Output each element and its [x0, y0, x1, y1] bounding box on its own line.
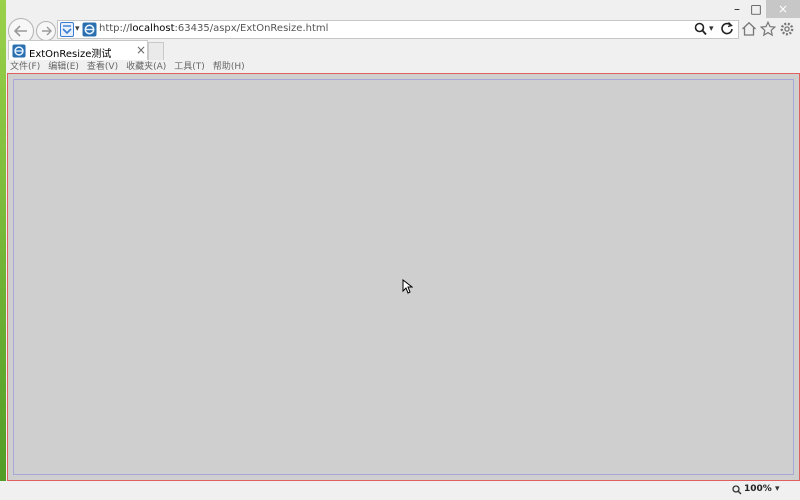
ie-page-icon — [12, 44, 26, 58]
home-icon[interactable] — [741, 21, 757, 37]
menu-help[interactable]: 帮助(H) — [213, 61, 245, 73]
menu-tools[interactable]: 工具(T) — [174, 61, 205, 73]
resize-panel — [13, 79, 794, 475]
mouse-cursor-icon — [402, 279, 413, 294]
new-tab-button[interactable] — [148, 42, 164, 60]
menu-view[interactable]: 查看(V) — [87, 61, 118, 73]
url-host: localhost — [129, 23, 175, 34]
minimize-button[interactable]: – — [728, 0, 746, 18]
maximize-button[interactable]: □ — [747, 0, 765, 18]
ie-page-icon — [82, 22, 97, 37]
url-text[interactable]: http://localhost:63435/aspx/ExtOnResize.… — [99, 23, 328, 34]
close-tab-icon[interactable]: × — [136, 43, 146, 57]
desktop-background-edge — [0, 0, 6, 500]
forward-arrow-icon — [41, 26, 52, 36]
menu-file[interactable]: 文件(F) — [10, 61, 40, 73]
menu-bar: 文件(F) 编辑(E) 查看(V) 收藏夹(A) 工具(T) 帮助(H) — [10, 61, 253, 73]
menu-favorites[interactable]: 收藏夹(A) — [126, 61, 166, 73]
search-icon[interactable] — [694, 22, 707, 36]
search-dropdown-icon[interactable]: ▾ — [709, 24, 714, 34]
tab-extonresize[interactable]: ExtOnResize测试 × — [8, 40, 148, 60]
zoom-dropdown-icon[interactable]: ▾ — [775, 484, 780, 494]
status-bar: 100% ▾ — [0, 481, 800, 500]
forward-button[interactable] — [36, 21, 56, 41]
compatibility-dropdown-icon[interactable]: ▾ — [75, 24, 80, 34]
zoom-level[interactable]: 100% — [744, 484, 772, 494]
star-icon[interactable] — [760, 21, 776, 37]
compatibility-view-button[interactable] — [60, 22, 74, 37]
tab-title: ExtOnResize测试 — [29, 49, 112, 60]
zoom-icon — [732, 485, 742, 495]
refresh-icon[interactable] — [720, 21, 734, 36]
menu-edit[interactable]: 编辑(E) — [48, 61, 79, 73]
browser-window: – □ × ▾ http://localhost:63435/aspx/ExtO… — [0, 0, 800, 500]
page-viewport[interactable] — [7, 73, 800, 481]
back-arrow-icon — [14, 25, 27, 37]
compatibility-view-icon — [62, 24, 72, 34]
address-bar[interactable]: ▾ http://localhost:63435/aspx/ExtOnResiz… — [57, 20, 739, 39]
close-window-button[interactable]: × — [766, 0, 800, 18]
gear-icon[interactable] — [779, 21, 795, 37]
